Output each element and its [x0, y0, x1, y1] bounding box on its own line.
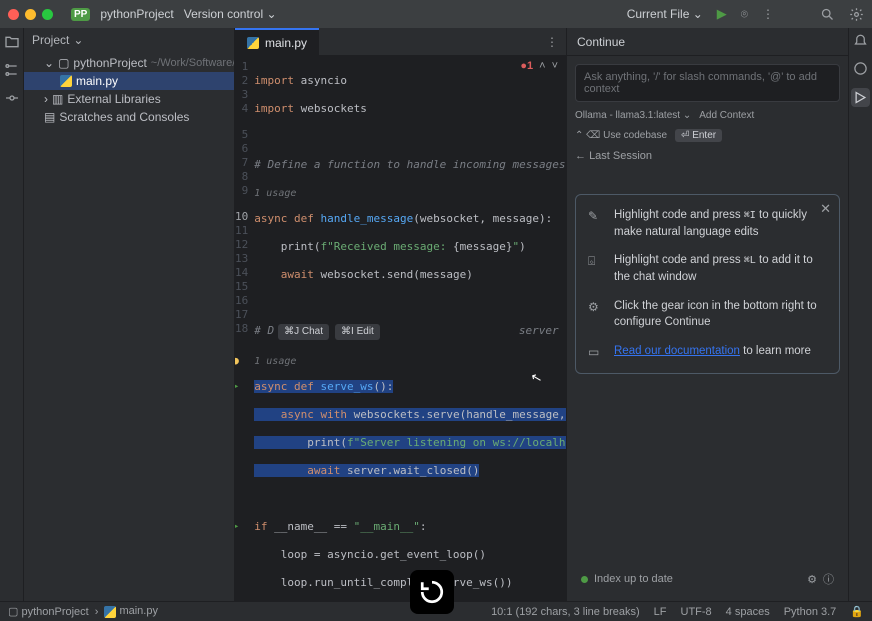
ide-badge: PP: [71, 8, 90, 21]
run-config-selector[interactable]: Current File ⌄: [627, 7, 703, 21]
right-tool-rail: [848, 28, 872, 601]
editor: main.py ⋮ ●1 ˄ ˅ 1234 56789 101112131415…: [235, 28, 567, 601]
book-icon: ▭: [588, 344, 604, 361]
library-icon: ▥: [52, 92, 63, 106]
vcs-menu[interactable]: Version control ⌄: [184, 7, 277, 21]
debug-button[interactable]: ⌾: [741, 7, 748, 22]
python-file-icon: [247, 37, 259, 49]
tab-more-icon[interactable]: ⋮: [546, 35, 558, 49]
ask-input[interactable]: Ask anything, '/' for slash commands, '@…: [575, 64, 840, 102]
last-session-link[interactable]: ← Last Session: [575, 150, 840, 162]
breadcrumb[interactable]: main.py: [104, 605, 158, 617]
tree-external-libs[interactable]: › ▥ External Libraries: [24, 90, 234, 108]
inlay-chat-button[interactable]: ⌘J Chat: [278, 324, 329, 340]
settings-icon[interactable]: ⚙: [807, 573, 817, 586]
scratch-icon: ▤: [44, 110, 55, 124]
status-dot-icon: [581, 576, 588, 583]
readonly-icon[interactable]: 🔒: [850, 605, 864, 618]
breadcrumb[interactable]: ▢ pythonProject: [8, 605, 89, 618]
editor-tab-main[interactable]: main.py: [235, 28, 319, 56]
docs-link[interactable]: Read our documentation: [614, 345, 740, 357]
caret-position[interactable]: 10:1 (192 chars, 3 line breaks): [491, 606, 640, 618]
chevron-down-icon: ⌄: [73, 33, 83, 47]
title-bar: PP pythonProject Version control ⌄ Curre…: [0, 0, 872, 28]
encoding[interactable]: UTF-8: [681, 606, 712, 618]
python-file-icon: [104, 606, 116, 618]
gear-icon: ⚙: [588, 299, 604, 331]
add-context-chip[interactable]: Add Context: [699, 110, 754, 121]
chevron-down-icon: ⌄: [266, 7, 276, 21]
chat-icon: ⌺: [588, 253, 604, 285]
minimize-window[interactable]: [25, 9, 36, 20]
model-selector[interactable]: Ollama - llama3.1:latest ⌄: [575, 110, 691, 121]
help-card: ✕ ✎ Highlight code and press ⌘I to quick…: [575, 194, 840, 374]
ai-assistant-icon[interactable]: [853, 61, 868, 76]
notifications-icon[interactable]: [853, 34, 868, 49]
window-controls[interactable]: [8, 9, 53, 20]
indent-setting[interactable]: 4 spaces: [726, 606, 770, 618]
run-gutter-icon[interactable]: ▶: [235, 380, 238, 394]
warning-icon: ●: [235, 354, 239, 368]
project-tree: ⌄ ▢ pythonProject ~/Work/Software/Playgr…: [24, 52, 234, 128]
commit-tool-icon[interactable]: [4, 90, 20, 106]
project-panel-header[interactable]: Project ⌄: [24, 28, 234, 52]
tree-file-main[interactable]: main.py: [24, 72, 234, 90]
index-status: Index up to date ⚙ ⓘ: [575, 565, 840, 593]
maximize-window[interactable]: [42, 9, 53, 20]
interpreter[interactable]: Python 3.7: [784, 606, 837, 618]
more-actions[interactable]: ⋮: [762, 7, 774, 21]
structure-tool-icon[interactable]: [4, 62, 20, 78]
chevron-right-icon: ›: [44, 92, 48, 106]
continue-tool-icon[interactable]: [851, 88, 870, 107]
refresh-overlay-icon: [410, 570, 454, 614]
enter-chip[interactable]: ⏎ Enter: [675, 129, 722, 142]
chevron-down-icon: ⌄: [44, 56, 54, 70]
close-icon[interactable]: ✕: [820, 201, 831, 217]
tree-root[interactable]: ⌄ ▢ pythonProject ~/Work/Software/Playgr…: [24, 54, 234, 72]
close-window[interactable]: [8, 9, 19, 20]
use-codebase-chip[interactable]: ⌃ ⌫ Use codebase: [575, 130, 667, 141]
chevron-down-icon: ⌄: [693, 7, 703, 21]
settings-icon[interactable]: [849, 7, 864, 22]
search-icon[interactable]: [820, 7, 835, 22]
run-gutter-icon[interactable]: ▶: [235, 520, 238, 534]
python-file-icon: [60, 75, 72, 87]
code-editor[interactable]: ●1 ˄ ˅ 1234 56789 101112131415161718 imp…: [235, 56, 566, 601]
run-button[interactable]: ▶: [717, 6, 727, 22]
left-tool-rail: [0, 28, 24, 601]
folder-icon: ▢: [58, 56, 69, 70]
tree-scratches[interactable]: ▤ Scratches and Consoles: [24, 108, 234, 126]
help-icon[interactable]: ⓘ: [823, 571, 834, 587]
project-tool-icon[interactable]: [4, 34, 20, 50]
continue-header: Continue: [567, 28, 848, 56]
edit-icon: ✎: [588, 208, 604, 240]
project-panel: Project ⌄ ⌄ ▢ pythonProject ~/Work/Softw…: [24, 28, 235, 601]
project-selector[interactable]: pythonProject: [100, 7, 173, 21]
inlay-edit-button[interactable]: ⌘I Edit: [335, 324, 380, 340]
continue-panel: Continue Ask anything, '/' for slash com…: [567, 28, 848, 601]
line-separator[interactable]: LF: [654, 606, 667, 618]
